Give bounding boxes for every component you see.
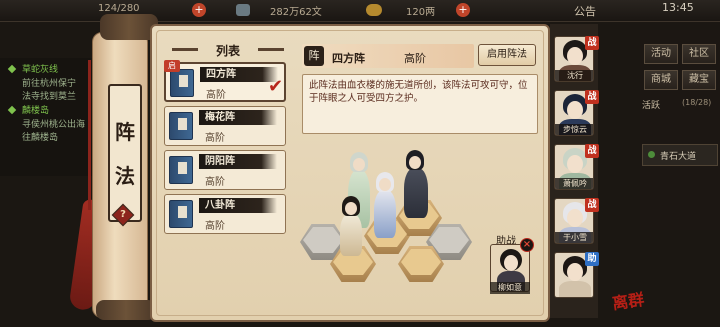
quest-tracker[interactable]: 草蛇灰线 前往杭州保宁 法寺找到莫兰 麟楼岛 寻侯州桃公出海 往麟楼岛 [0, 58, 100, 176]
activity-count: (18/28) [682, 98, 712, 107]
formation-book-icon [169, 156, 193, 184]
location-name: 青石大道 [660, 152, 697, 162]
party-member-name: 萧佩吟 [555, 178, 593, 189]
remove-helper-icon[interactable]: × [520, 238, 534, 252]
enabled-badge: 启 [164, 60, 180, 72]
quest-line: 前往杭州保宁 [22, 79, 77, 89]
location-dot-icon [648, 151, 655, 158]
formation-item-yinyang[interactable]: 阴阳阵 高阶 [164, 150, 286, 190]
battle-tag: 战 [585, 90, 599, 104]
quest-diamond-icon [7, 105, 17, 115]
list-title: 列表 [215, 44, 240, 58]
quest-line: 往麟楼岛 [22, 133, 59, 143]
checkmark-icon: ✔ [268, 76, 284, 97]
assist-tag: 助 [585, 252, 599, 266]
quest-title: 草蛇灰线 [22, 65, 59, 75]
party-member-name: 沈行 [555, 70, 593, 81]
tassel-cord [88, 60, 91, 210]
formation-name: 四方阵 [206, 69, 236, 80]
battle-tag: 战 [585, 198, 599, 212]
face [567, 101, 583, 119]
party-member-name: 于小雪 [555, 232, 593, 243]
stamina-value: 124/280 [98, 3, 140, 14]
clock: 13:45 [662, 1, 694, 14]
face [567, 47, 583, 65]
enable-formation-button[interactable]: 启用阵法 [478, 44, 536, 66]
battle-tag: 战 [585, 36, 599, 50]
title-ornament [172, 48, 198, 51]
formation-item-bagua[interactable]: 八卦阵 高阶 [164, 194, 286, 234]
formation-book-icon [169, 200, 193, 228]
formation-level: 高阶 [206, 90, 226, 101]
formation-name: 阴阳阵 [205, 156, 235, 167]
title-ornament [258, 48, 284, 51]
formation-name: 梅花阵 [205, 112, 235, 123]
formation-book-icon [170, 69, 194, 97]
help-icon-label: ? [120, 209, 126, 220]
face [567, 155, 583, 173]
announcement-button[interactable]: 公告 [574, 3, 596, 19]
detail-header [302, 44, 474, 68]
formation-level: 高阶 [205, 221, 225, 232]
helper-name: 柳如意 [490, 282, 530, 294]
gold-value: 120两 [406, 7, 436, 18]
title-char: 阵 [115, 120, 135, 144]
formation-book-icon [169, 112, 193, 140]
body [559, 281, 591, 297]
scroll-cap-bottom [96, 300, 156, 320]
shop-button[interactable]: 商城 [644, 70, 678, 90]
formation-name: 八卦阵 [205, 200, 235, 211]
gold-ingot-icon [366, 4, 382, 16]
formation-description: 此阵法由血衣楼的施无道所创，该阵法可攻可守，位于阵眼之人可受四方之护。 [302, 74, 538, 134]
face [567, 209, 583, 227]
formation-item-meihua[interactable]: 梅花阵 高阶 [164, 106, 286, 146]
detail-formation-level: 高阶 [404, 52, 426, 65]
formation-level: 高阶 [205, 177, 225, 188]
add-stamina-button[interactable]: + [192, 3, 206, 17]
battle-tag: 战 [585, 144, 599, 158]
detail-formation-name: 四方阵 [332, 52, 365, 65]
add-gold-button[interactable]: + [456, 3, 470, 17]
quest-diamond-icon [7, 64, 17, 74]
treasure-button[interactable]: 藏宝 [682, 70, 716, 90]
formation-level: 高阶 [205, 133, 225, 144]
activity-label[interactable]: 活跃 [642, 98, 660, 111]
panel-title: 阵 法 [108, 84, 142, 222]
title-char: 法 [115, 164, 135, 188]
quest-line: 法寺找到莫兰 [22, 92, 77, 102]
quest-line: 寻侯州桃公出海 [22, 120, 86, 130]
silver-coin-icon [236, 4, 250, 16]
community-button[interactable]: 社区 [682, 44, 716, 64]
formation-flag-icon: 阵 [304, 46, 324, 66]
face [567, 263, 583, 281]
quest-title: 麟楼岛 [22, 106, 50, 116]
activity-button[interactable]: 活动 [644, 44, 678, 64]
party-member-name: 步惊云 [555, 124, 593, 135]
silver-value: 282万62文 [270, 7, 322, 18]
formation-item-sifang[interactable]: 启 四方阵 高阶 ✔ [164, 60, 286, 102]
game-logo: 离群 [611, 289, 646, 314]
